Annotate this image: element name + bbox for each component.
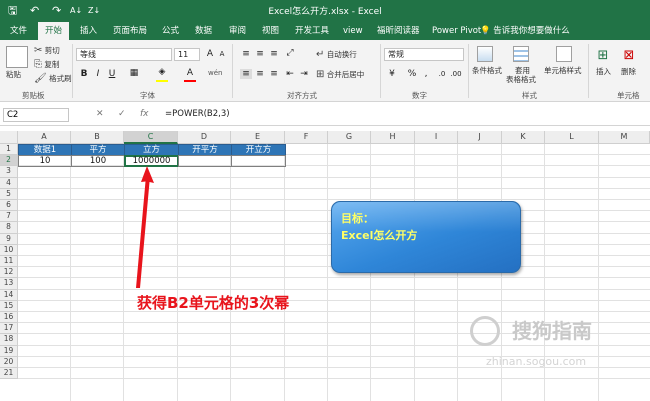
- watermark-logo-icon: [470, 316, 500, 346]
- annotation-text: 获得B2单元格的3次幂: [137, 294, 290, 312]
- arrow-shape: [136, 166, 154, 288]
- watermark-text: 搜狗指南: [512, 319, 592, 343]
- watermark-url: zhinan.sogou.com: [486, 355, 587, 368]
